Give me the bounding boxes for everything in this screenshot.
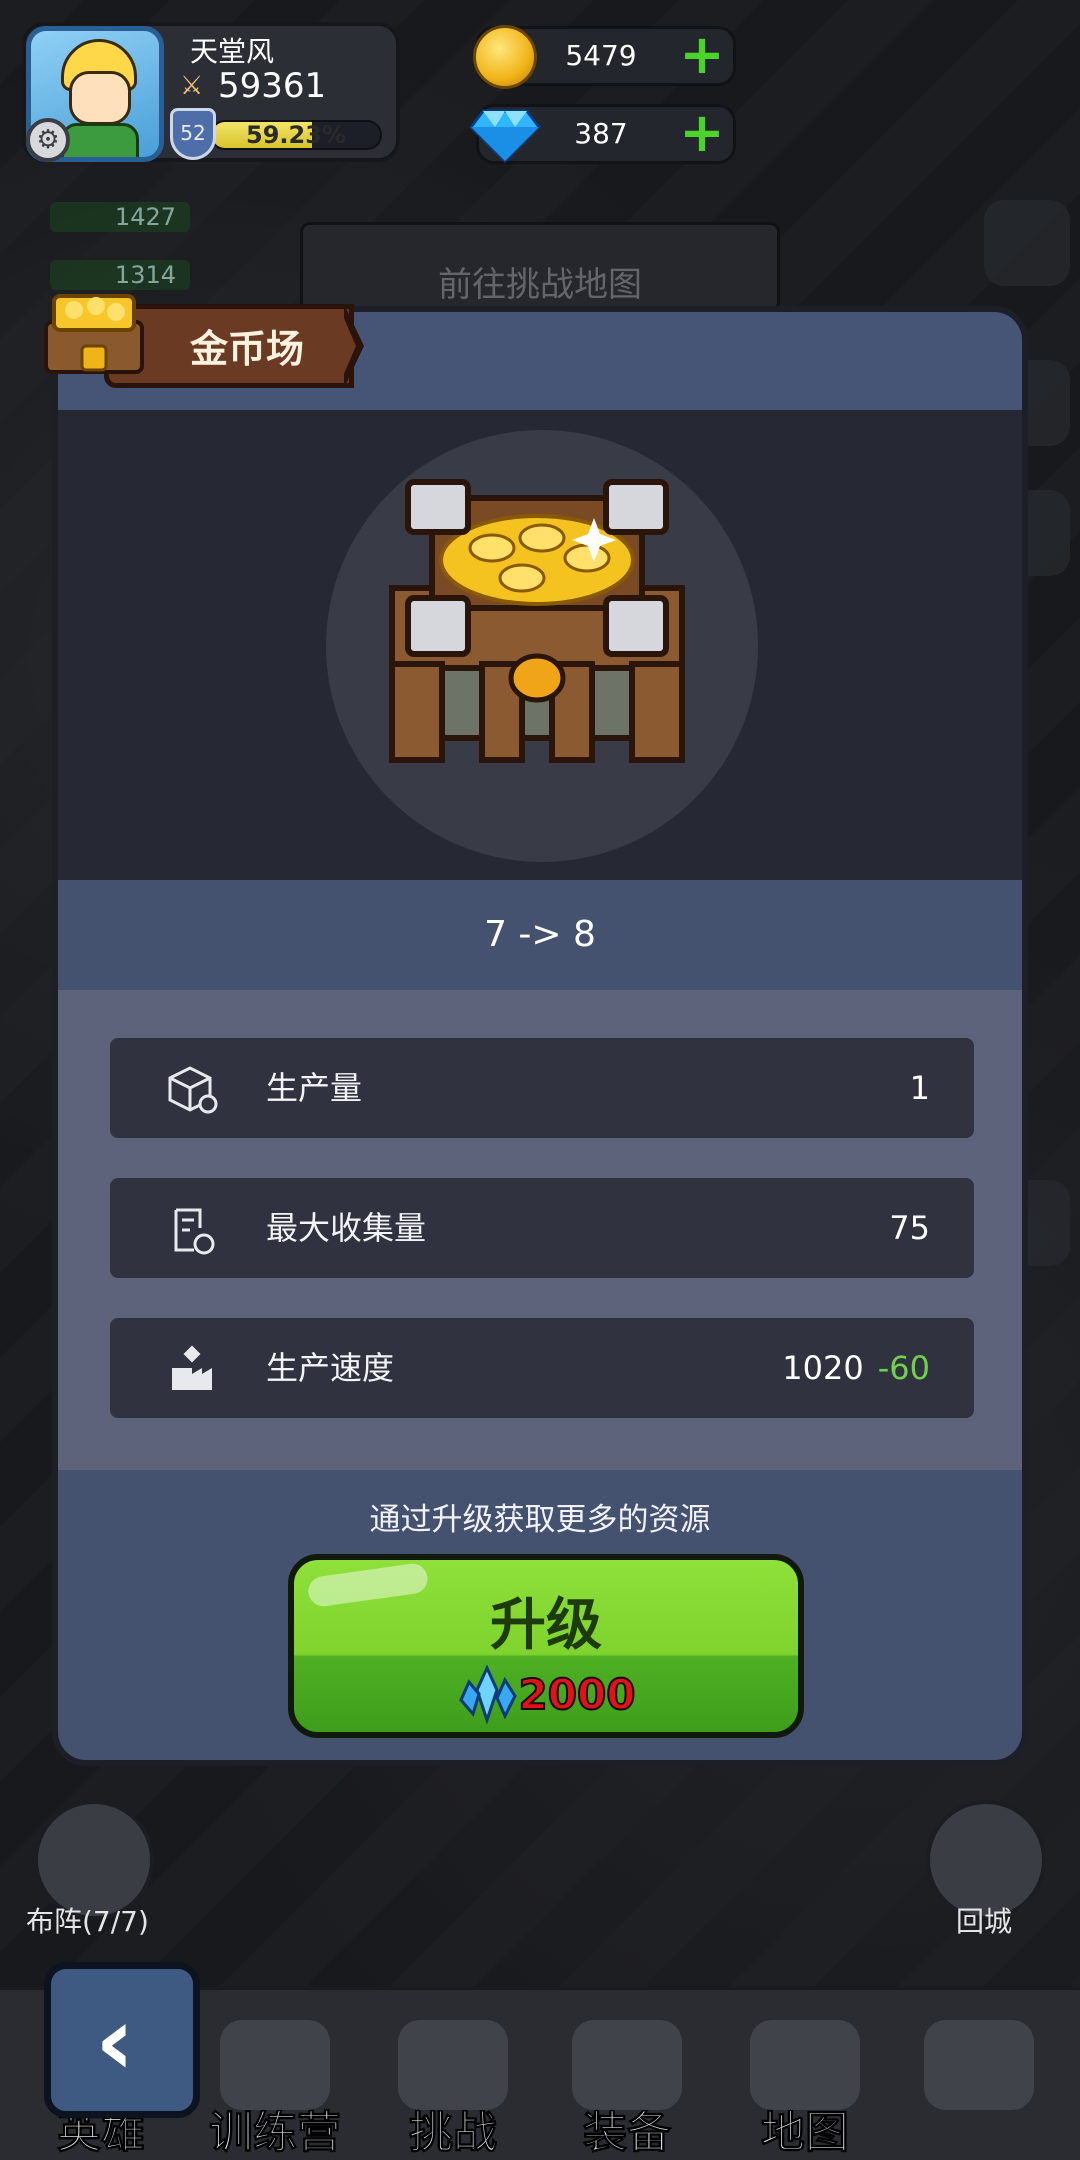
armor-icon xyxy=(572,2020,682,2110)
upgrade-hint: 通过升级获取更多的资源 xyxy=(369,1502,711,1538)
gold-chest-badge-icon xyxy=(44,294,144,374)
stat-delta: -60 xyxy=(877,1349,930,1387)
chevron-left-icon: ‹ xyxy=(95,1985,135,2097)
stat-row-production-speed: 生产速度 1020 -60 xyxy=(110,1318,974,1418)
diamond-value: 387 xyxy=(574,117,628,150)
formation-label: 布阵(7/7) xyxy=(26,1905,149,1938)
stat-label: 最大收集量 xyxy=(266,1209,427,1247)
stat-value-number: 1 xyxy=(909,1069,930,1107)
xp-percent: 59.23% xyxy=(246,121,346,149)
blue-crystal-icon xyxy=(458,1664,517,1724)
lock-icon xyxy=(924,2020,1034,2110)
box-gear-icon xyxy=(168,1066,218,1114)
diamond-counter: 387 + xyxy=(469,104,736,164)
stat-value: 1020 -60 xyxy=(782,1318,930,1418)
stat-label: 生产量 xyxy=(266,1069,363,1107)
dialog-footer: 通过升级获取更多的资源 升级 2000 xyxy=(58,1470,1022,1760)
level-change: 7 -> 8 xyxy=(484,914,596,955)
upgrade-button[interactable]: 升级 2000 xyxy=(288,1554,804,1738)
dialog-title: 金币场 xyxy=(190,327,305,371)
nav-equipment[interactable]: 装备 xyxy=(552,2020,702,2160)
stat-row-max-capacity: 最大收集量 75 xyxy=(110,1178,974,1278)
level-band: 7 -> 8 xyxy=(58,880,1022,990)
stat-row-production: 生产量 1 xyxy=(110,1038,974,1138)
scroll-gear-icon xyxy=(174,1208,215,1255)
settings-gear-icon[interactable]: ⚙ xyxy=(26,118,70,162)
diamond-icon xyxy=(469,107,541,164)
upgrade-cost: 2000 xyxy=(294,1664,798,1724)
back-button[interactable]: ‹ xyxy=(44,1962,200,2118)
combat-power: 59361 xyxy=(218,66,327,106)
target-icon xyxy=(220,2020,330,2110)
upgrade-label: 升级 xyxy=(490,1593,602,1658)
stat-value: 1 xyxy=(910,1038,930,1138)
player-name: 天堂风 xyxy=(190,35,275,68)
gold-mine-chest-icon xyxy=(389,479,685,763)
crossed-swords-icon: ⚔ xyxy=(180,71,204,101)
nav-locked[interactable] xyxy=(904,2020,1054,2160)
production-speed-icon xyxy=(172,1345,212,1390)
nav-challenge[interactable]: 挑战 xyxy=(378,2020,528,2160)
add-diamond-button[interactable]: + xyxy=(679,106,725,160)
sword-icon xyxy=(398,2020,508,2110)
map-icon xyxy=(750,2020,860,2110)
stats-list: 生产量 1 最大收集量 75 生产速度 1020 -60 xyxy=(58,990,1022,1470)
stat-value: 75 xyxy=(889,1178,930,1278)
nav-map[interactable]: 地图 xyxy=(730,2020,880,2160)
upgrade-cost-value: 2000 xyxy=(518,1669,637,1720)
stat-label: 生产速度 xyxy=(266,1349,395,1387)
add-gold-button[interactable]: + xyxy=(679,28,725,82)
gold-value: 5479 xyxy=(565,39,637,72)
return-city-label: 回城 xyxy=(956,1905,1013,1938)
nav-training-camp[interactable]: 训练营 xyxy=(200,2020,350,2160)
stat-value-number: 1020 xyxy=(782,1349,864,1387)
stat-value-number: 75 xyxy=(889,1209,930,1247)
gold-counter: 5479 + xyxy=(473,25,736,89)
gold-coin-icon xyxy=(473,25,537,89)
